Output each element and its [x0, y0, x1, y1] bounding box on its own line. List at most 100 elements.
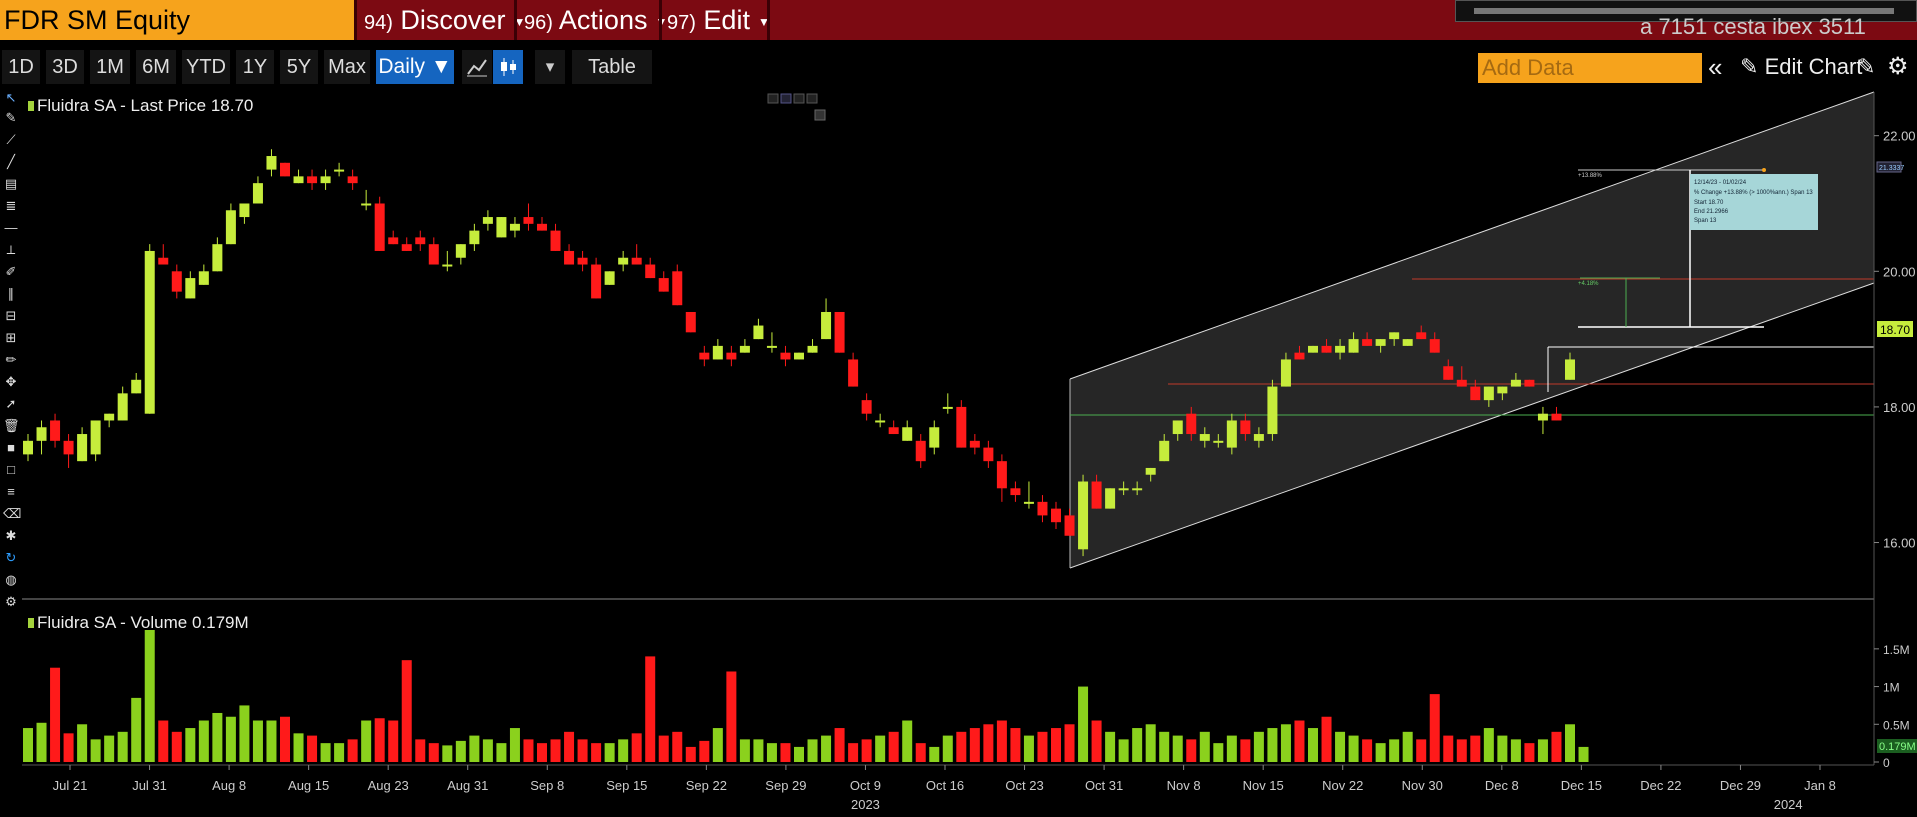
- volume-bar: [496, 743, 507, 762]
- candle-body: [496, 217, 507, 238]
- volume-bar: [1578, 746, 1589, 762]
- volume-bar: [712, 728, 723, 762]
- volume-bar: [144, 630, 155, 762]
- candle-body: [1389, 332, 1400, 340]
- candle-body: [198, 271, 209, 285]
- volume-bar: [888, 731, 899, 762]
- candle-body: [1321, 345, 1332, 353]
- volume-bar: [1023, 735, 1034, 762]
- candle-body: [36, 427, 47, 441]
- volume-bar: [902, 720, 913, 762]
- volume-bar: [1213, 743, 1224, 762]
- volume-bar: [1416, 739, 1427, 762]
- volume-bar: [388, 720, 399, 762]
- volume-bar: [956, 731, 967, 762]
- x-tick-label: Dec 15: [1561, 778, 1602, 793]
- candle-body: [1294, 352, 1305, 360]
- volume-bar: [1064, 724, 1075, 762]
- candle-body: [509, 223, 520, 231]
- legend-swatch: [28, 101, 34, 111]
- volume-bar: [455, 740, 466, 762]
- candle-body: [726, 352, 737, 360]
- x-tick-label: Sep 8: [530, 778, 564, 793]
- candle-body: [1335, 345, 1346, 353]
- candle-body: [1456, 379, 1467, 387]
- volume-bar: [577, 739, 588, 762]
- volume-bar: [1186, 739, 1197, 762]
- x-tick-label: Dec 22: [1640, 778, 1681, 793]
- x-tick-label: Jul 31: [132, 778, 167, 793]
- volume-bar: [1172, 735, 1183, 762]
- candle-body: [604, 271, 615, 285]
- candle-body: [482, 217, 493, 224]
- volume-bar: [685, 746, 696, 762]
- candle-body: [1551, 413, 1562, 421]
- volume-bar: [794, 746, 804, 762]
- candle-body: [117, 393, 128, 421]
- candle-body: [50, 420, 61, 441]
- y-tick-label: 20.00: [1883, 264, 1916, 279]
- candle-body: [1118, 488, 1129, 491]
- candle-body: [739, 345, 750, 353]
- last-price-tag: 18.70: [1880, 323, 1910, 337]
- y-tick-label: 22.00: [1883, 129, 1916, 144]
- candle-body: [1199, 434, 1210, 441]
- volume-bar: [1348, 735, 1359, 762]
- candle-body: [1172, 420, 1183, 435]
- candle-body: [1023, 501, 1034, 504]
- volume-bar: [969, 728, 980, 762]
- volume-bar: [1159, 731, 1170, 762]
- candle-body: [1253, 434, 1264, 441]
- candle-body: [645, 264, 656, 279]
- volume-bar: [1483, 728, 1494, 762]
- candle-body: [902, 427, 913, 441]
- volume-bar: [1240, 739, 1251, 762]
- volume-bar: [672, 731, 683, 762]
- candle-body: [23, 440, 33, 455]
- candle-body: [469, 230, 480, 245]
- candle-body: [1132, 488, 1143, 491]
- volume-bar: [1565, 724, 1575, 762]
- candle-body: [956, 406, 967, 448]
- volume-bar: [942, 735, 953, 762]
- volume-bar: [334, 743, 345, 762]
- candle-body: [1280, 359, 1291, 387]
- candle-body: [455, 244, 466, 258]
- x-axis: Jul 21 Jul 31 Aug 8 Aug 15 Aug 23 Aug 31 Sep 8…: [53, 765, 1836, 812]
- x-tick-label: Oct 31: [1085, 778, 1123, 793]
- candle-body: [942, 406, 953, 409]
- price-and-volume-chart[interactable]: 12/14/23 - 01/02/24 % Change +13.88% (> …: [0, 0, 1917, 817]
- volume-bar: [861, 739, 872, 762]
- candle-body: [239, 203, 250, 218]
- volume-bar: [875, 735, 886, 762]
- candle-body: [550, 230, 561, 251]
- regression-channel[interactable]: [1069, 91, 1875, 569]
- volume-bar: [1132, 728, 1143, 762]
- candle-body: [1078, 481, 1089, 550]
- x-tick-label: Nov 8: [1167, 778, 1201, 793]
- candle-body: [90, 420, 101, 455]
- candle-body: [766, 345, 777, 348]
- info-line-1: 12/14/23 - 01/02/24: [1694, 180, 1747, 186]
- candle-body: [361, 203, 372, 206]
- x-tick-label: Oct 16: [926, 778, 964, 793]
- candle-body: [266, 156, 277, 170]
- candle-body: [1064, 515, 1075, 536]
- mini-chart-controls[interactable]: [767, 93, 826, 121]
- volume-bar: [1010, 728, 1021, 762]
- y-tick-label: 18.00: [1883, 400, 1916, 415]
- candle-body: [1348, 339, 1359, 353]
- candle-body: [996, 461, 1007, 489]
- candle-body: [1524, 379, 1535, 387]
- volume-bar: [564, 731, 575, 762]
- volume-bar: [1051, 728, 1061, 762]
- candle-body: [564, 250, 575, 265]
- candle-body: [915, 440, 926, 462]
- info-line-3: Start 18.70: [1694, 200, 1724, 206]
- volume-bar: [23, 728, 33, 762]
- candle-body: [185, 278, 196, 299]
- volume-bar: [1294, 720, 1305, 762]
- volume-bar: [158, 720, 169, 762]
- x-tick-label: Oct 9: [850, 778, 881, 793]
- x-tick-label: Nov 22: [1322, 778, 1363, 793]
